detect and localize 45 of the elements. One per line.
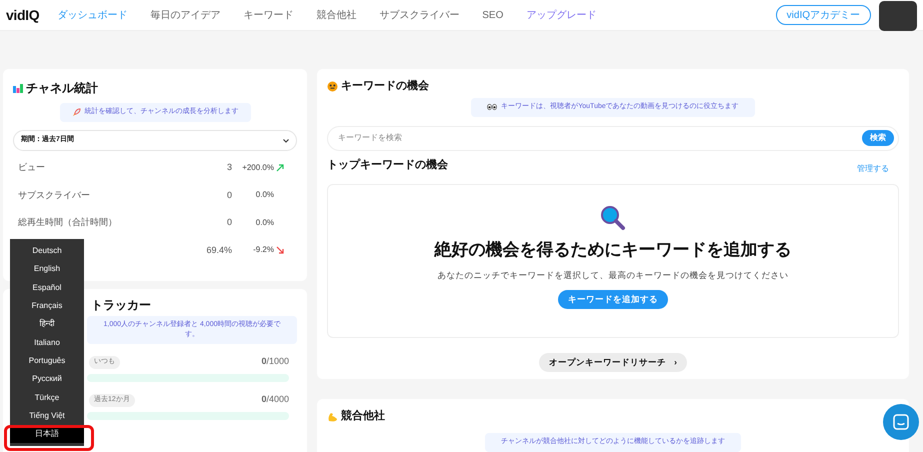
language-option[interactable]: Español bbox=[10, 278, 84, 297]
magnifier-icon bbox=[600, 204, 626, 230]
card-title: キーワードの機会 bbox=[341, 78, 429, 94]
nav-link[interactable]: SEO bbox=[482, 8, 504, 22]
stat-change: 0.0% bbox=[256, 216, 274, 229]
face-icon bbox=[327, 80, 338, 92]
card-title: 競合他社 bbox=[341, 408, 385, 424]
stat-label: サブスクライバー bbox=[18, 188, 90, 202]
language-option[interactable]: Français bbox=[10, 296, 84, 316]
stat-label: ビュー bbox=[18, 161, 45, 174]
chevron-down-icon bbox=[283, 138, 289, 142]
section-title: トップキーワードの機会 bbox=[327, 158, 448, 174]
stat-value: 0 bbox=[226, 188, 232, 202]
empty-state-title: 絶好の機会を得るためにキーワードを追加する bbox=[434, 238, 792, 260]
stat-value: 69.4% bbox=[206, 244, 232, 256]
card-title: チャネル統計 bbox=[26, 80, 98, 97]
stat-label: 総再生時間（合計時間） bbox=[18, 216, 117, 229]
nav-link[interactable]: アップグレード bbox=[526, 8, 596, 22]
stat-change: 0.0% bbox=[256, 189, 274, 202]
language-option[interactable]: Deutsch bbox=[10, 242, 84, 260]
nav-link[interactable]: サブスクライバー bbox=[379, 8, 460, 22]
nav-link[interactable]: 毎日のアイデア bbox=[150, 8, 220, 22]
language-option[interactable]: Português bbox=[10, 352, 84, 370]
language-option[interactable]: Türkçe bbox=[10, 388, 84, 407]
language-option[interactable]: Italiano bbox=[10, 333, 84, 352]
open-research-button[interactable]: オープンキーワードリサーチ › bbox=[539, 352, 687, 372]
stat-change: +200.0% bbox=[242, 162, 274, 174]
stat-value: 0 bbox=[226, 216, 232, 229]
eyes-icon bbox=[487, 104, 498, 110]
language-option[interactable]: Tiếng Việt bbox=[10, 406, 84, 425]
empty-state-text: あなたのニッチでキーワードを選択して、最高のキーワードの機会を見つけてください bbox=[438, 269, 788, 282]
language-option[interactable]: English bbox=[10, 260, 84, 279]
stat-change: -9.2% bbox=[253, 244, 274, 256]
stat-value: 3 bbox=[226, 161, 232, 174]
nav-link[interactable]: キーワード bbox=[243, 8, 294, 22]
chat-icon bbox=[893, 414, 909, 430]
progress-count: 0/4000 bbox=[261, 393, 289, 406]
bar-chart-icon bbox=[13, 83, 23, 93]
language-option[interactable]: हिन्दी bbox=[10, 315, 84, 334]
card-title: トラッカー bbox=[91, 297, 151, 314]
language-option[interactable]: Русский bbox=[10, 370, 84, 388]
progress-count: 0/1000 bbox=[261, 355, 289, 368]
logo[interactable]: vidIQ bbox=[6, 4, 40, 26]
nav-link[interactable]: 競合他社 bbox=[316, 8, 356, 22]
avatar[interactable] bbox=[879, 0, 917, 30]
